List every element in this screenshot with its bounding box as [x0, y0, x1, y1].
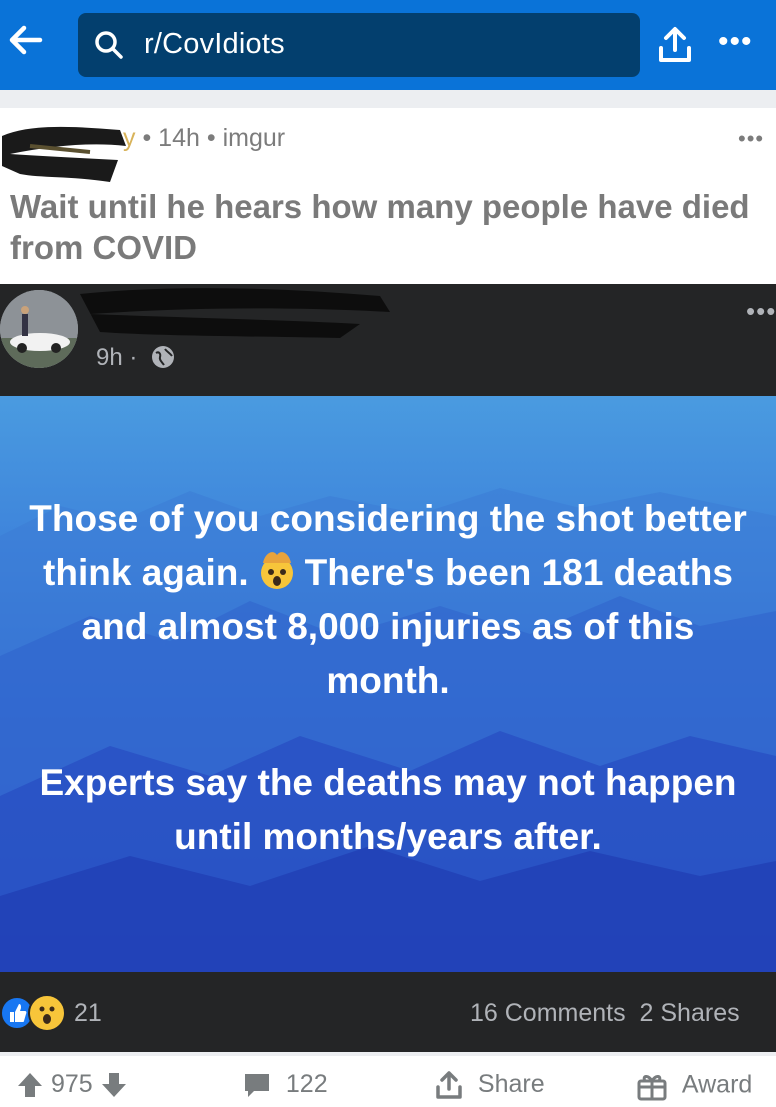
downvote-icon[interactable] — [100, 1070, 128, 1100]
wow-reaction-icon — [28, 994, 66, 1032]
post-meta: y • 14h • imgur — [123, 124, 285, 153]
meme-image: Those of you considering the shot better… — [0, 396, 776, 972]
app-top-bar: r/CovIdiots ••• — [0, 0, 776, 90]
fb-stats[interactable]: 16 Comments 2 Shares — [470, 999, 740, 1028]
upvote-icon[interactable] — [16, 1070, 44, 1100]
post-header: y • 14h • imgur ••• Wait until he hears … — [0, 108, 776, 284]
search-query: r/CovIdiots — [144, 28, 285, 60]
exploding-head-icon — [260, 552, 293, 589]
comments-button[interactable]: 122 — [242, 1070, 328, 1100]
search-icon — [95, 31, 123, 59]
post-more-icon[interactable]: ••• — [738, 126, 764, 152]
post-time: 9h · — [96, 344, 138, 371]
section-divider — [0, 90, 776, 108]
post-age: 14h — [158, 124, 200, 152]
meta-separator: • — [142, 124, 152, 152]
arrow-left-icon[interactable] — [4, 18, 48, 62]
share-upload-icon[interactable] — [654, 24, 696, 66]
reaction-count[interactable]: 21 — [74, 999, 102, 1028]
fb-more-icon[interactable]: ••• — [746, 296, 776, 327]
vote-score: 975 — [50, 1070, 93, 1098]
redacted-name-scribble — [80, 288, 390, 338]
post-title[interactable]: Wait until he hears how many people have… — [10, 186, 770, 268]
meta-separator: • — [206, 124, 216, 152]
search-bar[interactable]: r/CovIdiots — [78, 13, 640, 77]
share-icon — [436, 1071, 462, 1100]
embedded-post-header: 9h · ••• — [0, 284, 776, 396]
username[interactable]: y — [123, 124, 136, 152]
meme-text-1: Those of you considering the shot better… — [29, 498, 747, 701]
embedded-post-footer: 21 16 Comments 2 Shares — [0, 972, 776, 1052]
meme-text-2: Experts say the deaths may not happen un… — [39, 762, 737, 857]
post-action-bar: 975 122 Share Award — [0, 1056, 776, 1107]
post-source[interactable]: imgur — [223, 124, 286, 152]
redacted-avatar-scribble — [2, 126, 126, 182]
gift-icon — [637, 1075, 667, 1101]
comment-icon — [245, 1074, 269, 1098]
globe-icon — [152, 346, 174, 368]
vote-group: 975 — [16, 1070, 128, 1100]
share-button[interactable]: Share — [434, 1070, 545, 1100]
more-horizontal-icon[interactable]: ••• — [718, 27, 753, 57]
award-button[interactable]: Award — [636, 1070, 752, 1102]
